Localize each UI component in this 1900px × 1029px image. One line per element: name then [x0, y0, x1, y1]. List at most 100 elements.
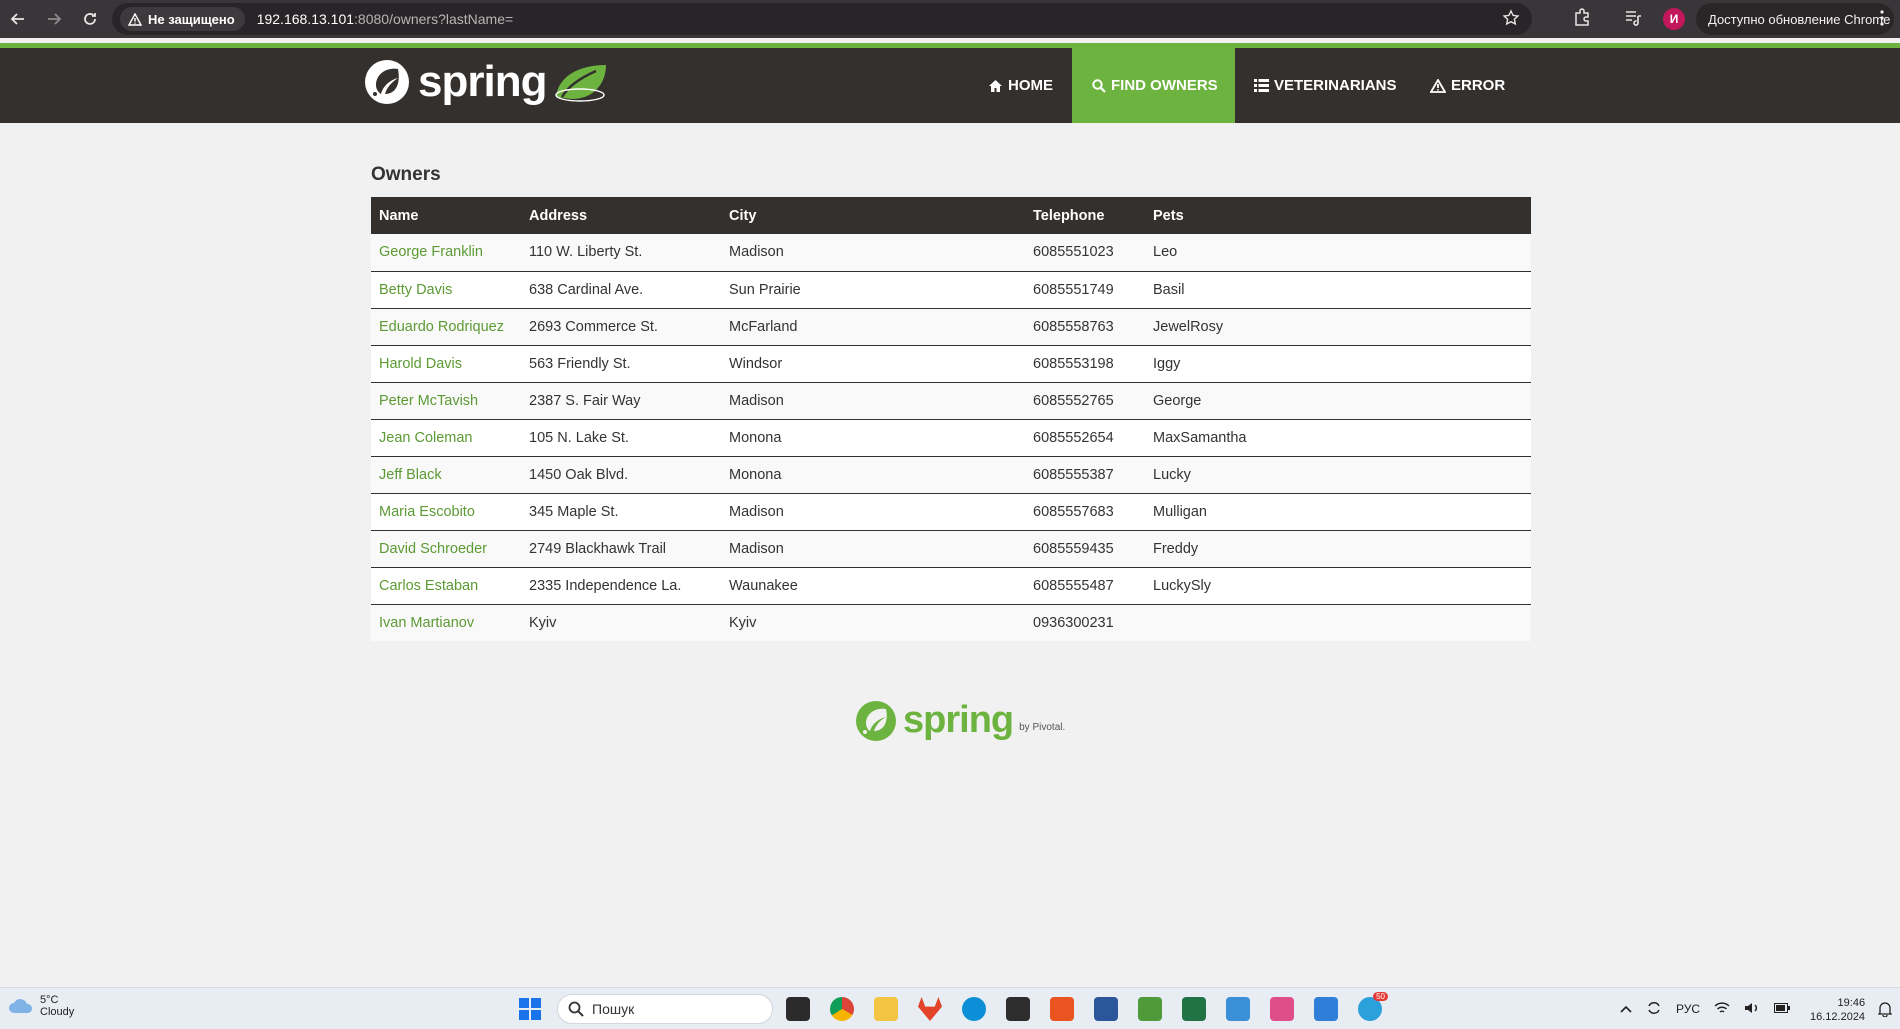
file-explorer-icon[interactable] [874, 997, 898, 1021]
gitlab-icon[interactable] [918, 997, 942, 1021]
chrome-app-icon[interactable] [830, 997, 854, 1021]
ubuntu-icon[interactable] [1050, 997, 1074, 1021]
table-row: Peter McTavish 2387 S. Fair Way Madison 608… [371, 381, 1531, 419]
search-icon [568, 1001, 584, 1017]
address-bar[interactable]: Не защищено 192.168.13.101:8080/owners?l… [112, 3, 1532, 35]
owner-pets-cell: MaxSamantha [1145, 418, 1531, 456]
warning-icon [128, 12, 142, 26]
media-controls-icon[interactable] [1623, 7, 1643, 32]
edge-icon[interactable] [962, 997, 986, 1021]
sync-icon[interactable] [1646, 1000, 1662, 1019]
clock[interactable]: 19:46 16.12.2024 [1810, 996, 1865, 1024]
search-icon [1092, 78, 1106, 93]
notepad-icon[interactable] [1314, 997, 1338, 1021]
table-row: Maria Escobito 345 Maple St. Madison 608555… [371, 492, 1531, 530]
owner-name-cell: George Franklin [371, 234, 521, 271]
spring-logo[interactable]: spring [364, 57, 612, 107]
owner-name-link[interactable]: Peter McTavish [379, 393, 478, 409]
nav-veterinarians[interactable]: Veterinarians [1245, 48, 1405, 123]
excel-icon[interactable] [1182, 997, 1206, 1021]
bookmark-star-icon[interactable] [1502, 9, 1520, 32]
nav-find-owners[interactable]: Find owners [1072, 48, 1235, 123]
page-title: Owners [371, 164, 441, 185]
profile-avatar[interactable]: И [1663, 8, 1685, 30]
column-header: City [721, 197, 1025, 234]
nav-home[interactable]: Home [977, 48, 1065, 123]
nav-find-owners-label: Find owners [1111, 77, 1218, 94]
owner-name-cell: Betty Davis [371, 270, 521, 308]
chrome-update-button[interactable]: Доступно обновление Chrome [1696, 3, 1894, 35]
url-text[interactable]: 192.168.13.101:8080/owners?lastName= [257, 11, 513, 27]
reload-button[interactable] [72, 0, 108, 38]
telegram-icon[interactable]: 50 [1358, 992, 1388, 1021]
owner-telephone-cell: 6085557683 [1025, 492, 1145, 530]
owner-name-cell: Ivan Martianov [371, 603, 521, 641]
table-row: Betty Davis 638 Cardinal Ave. Sun Prairie 6… [371, 270, 1531, 308]
back-button[interactable] [0, 0, 36, 38]
owner-name-link[interactable]: Jeff Black [379, 467, 442, 483]
task-view-icon[interactable] [786, 997, 810, 1021]
windows-taskbar: 5°C Cloudy Пошук 50 РУС 19:46 16.12.2024 [0, 987, 1900, 1029]
owner-address-cell: 2693 Commerce St. [521, 307, 721, 345]
word-icon[interactable] [1094, 997, 1118, 1021]
table-row: Ivan Martianov Kyiv Kyiv 0936300231 [371, 603, 1531, 641]
table-row: David Schroeder 2749 Blackhawk Trail Madis… [371, 529, 1531, 567]
reload-icon [84, 13, 96, 25]
owner-pets-cell: Leo [1145, 234, 1531, 271]
column-header: Telephone [1025, 197, 1145, 234]
column-header: Name [371, 197, 521, 234]
table-row: Jean Coleman 105 N. Lake St. Monona 6085552… [371, 418, 1531, 456]
snipping-tool-icon[interactable] [1270, 997, 1294, 1021]
owner-name-link[interactable]: Ivan Martianov [379, 615, 474, 631]
weather-temp: 5°C [40, 994, 59, 1006]
list-icon [1254, 79, 1269, 92]
wifi-icon[interactable] [1714, 1001, 1730, 1018]
nav-error[interactable]: Error [1420, 48, 1510, 123]
owner-telephone-cell: 6085558763 [1025, 307, 1145, 345]
owner-pets-cell: Iggy [1145, 344, 1531, 382]
owner-name-link[interactable]: George Franklin [379, 244, 483, 260]
vscode-like-icon[interactable] [1226, 997, 1250, 1021]
owner-name-link[interactable]: Maria Escobito [379, 504, 475, 520]
browser-toolbar: Не защищено 192.168.13.101:8080/owners?l… [0, 0, 1900, 38]
volume-icon[interactable] [1744, 1001, 1760, 1018]
notification-bell-icon[interactable] [1877, 1001, 1893, 1022]
owner-name-cell: Harold Davis [371, 344, 521, 382]
chart-app-icon[interactable] [1138, 997, 1162, 1021]
petclinic-leaf-icon [555, 65, 607, 102]
menu-dots-icon[interactable] [1880, 10, 1884, 29]
nav-veterinarians-label: Veterinarians [1274, 77, 1397, 94]
owner-city-cell: Madison [721, 529, 1025, 567]
owner-name-cell: Jeff Black [371, 455, 521, 493]
language-indicator[interactable]: РУС [1676, 1002, 1700, 1016]
owner-pets-cell: George [1145, 381, 1531, 419]
owner-address-cell: 2387 S. Fair Way [521, 381, 721, 419]
chevron-up-icon[interactable] [1620, 1002, 1632, 1016]
owner-name-link[interactable]: Harold Davis [379, 356, 462, 372]
owner-pets-cell: LuckySly [1145, 566, 1531, 604]
owner-pets-cell: Freddy [1145, 529, 1531, 567]
owner-name-link[interactable]: Betty Davis [379, 282, 452, 298]
weather-widget[interactable]: 5°C Cloudy [8, 994, 74, 1018]
telegram-badge: 50 [1373, 992, 1388, 1001]
owner-name-link[interactable]: David Schroeder [379, 541, 487, 557]
owner-telephone-cell: 0936300231 [1025, 603, 1145, 641]
table-header-row: Name Address City Telephone Pets [371, 197, 1531, 234]
brand-name: spring [418, 57, 547, 106]
owner-city-cell: Madison [721, 492, 1025, 530]
owner-telephone-cell: 6085551023 [1025, 234, 1145, 271]
security-chip[interactable]: Не защищено [120, 7, 245, 31]
clock-date: 16.12.2024 [1810, 1011, 1866, 1023]
spring-leaf-icon [365, 60, 409, 104]
battery-icon[interactable] [1774, 1002, 1791, 1016]
start-button[interactable] [518, 997, 542, 1021]
terminal-icon[interactable] [1006, 997, 1030, 1021]
owner-pets-cell: JewelRosy [1145, 307, 1531, 345]
forward-button[interactable] [36, 0, 72, 38]
url-host: 192.168.13.101 [256, 11, 355, 27]
owner-name-link[interactable]: Carlos Estaban [379, 578, 478, 594]
taskbar-search[interactable]: Пошук [557, 994, 773, 1024]
extensions-icon[interactable] [1572, 7, 1592, 32]
owner-name-link[interactable]: Eduardo Rodriquez [379, 319, 504, 335]
owner-name-link[interactable]: Jean Coleman [379, 430, 473, 446]
